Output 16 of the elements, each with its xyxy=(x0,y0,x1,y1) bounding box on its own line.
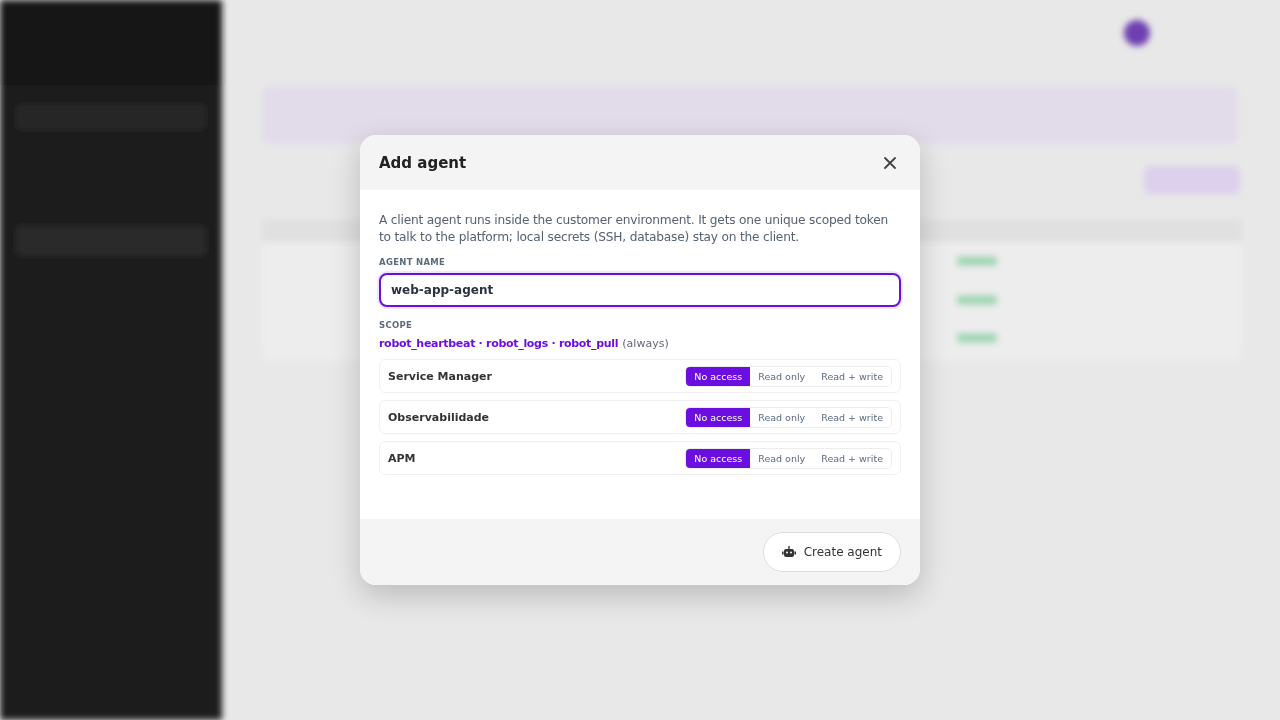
create-agent-button[interactable]: Create agent xyxy=(762,532,901,572)
permission-name: Observabilidade xyxy=(388,410,490,424)
access-option[interactable]: No access xyxy=(686,407,751,427)
agent-name-field[interactable]: web-app-agent xyxy=(379,273,901,307)
access-option[interactable]: No access xyxy=(686,366,751,386)
scope-list: robot_heartbeat · robot_logs · robot_pull xyxy=(379,337,619,350)
access-option[interactable]: No access xyxy=(686,448,751,468)
field-label: AGENT NAME xyxy=(379,257,447,267)
scope-label: SCOPE xyxy=(379,320,414,330)
dialog-title: Add agent xyxy=(379,153,467,172)
permission-name: APM xyxy=(388,451,416,465)
scope-note: (always) xyxy=(622,337,669,350)
dialog-description: A client agent runs inside the customer environment. It gets one unique scoped token to talk to the platform; local secrets (SSH, database) stay on the client. xyxy=(379,212,890,246)
permission-name: Service Manager xyxy=(388,369,492,383)
close-icon[interactable] xyxy=(884,156,896,169)
robot-icon xyxy=(781,546,796,558)
